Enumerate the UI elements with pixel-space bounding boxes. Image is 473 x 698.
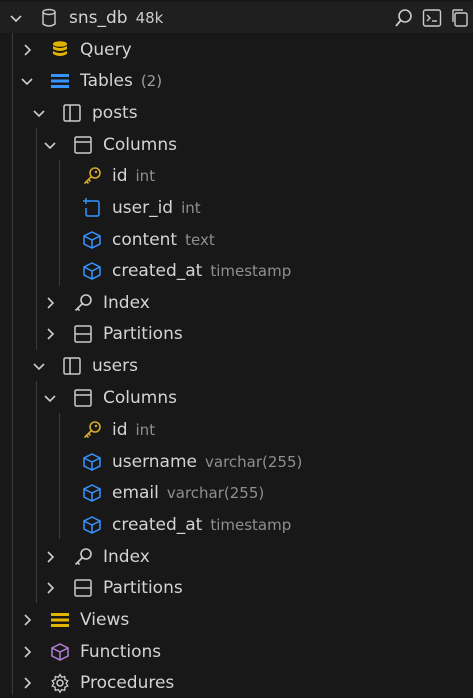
- tree-item-partitions[interactable]: Partitions: [0, 318, 473, 349]
- chevron-right-icon[interactable]: [42, 326, 58, 342]
- tree-item-tables[interactable]: Tables (2): [0, 65, 473, 96]
- column-item[interactable]: created_at timestamp: [0, 255, 473, 286]
- tree-item-table-users[interactable]: users: [0, 350, 473, 381]
- column-name: created_at: [112, 514, 203, 535]
- tree-item-table-posts[interactable]: posts: [0, 97, 473, 128]
- list-icon: [49, 70, 71, 92]
- chevron-right-icon[interactable]: [42, 580, 58, 596]
- chevron-right-icon[interactable]: [19, 675, 35, 691]
- index-label: Index: [103, 292, 150, 313]
- tables-count: (2): [140, 71, 163, 90]
- column-name: id: [112, 419, 128, 440]
- cube-icon: [81, 482, 103, 504]
- tree-item-columns[interactable]: Columns: [0, 129, 473, 160]
- column-type: text: [185, 230, 215, 249]
- chevron-right-icon[interactable]: [19, 644, 35, 660]
- partition-icon: [72, 323, 94, 345]
- column-item[interactable]: created_at timestamp: [0, 509, 473, 540]
- column-item[interactable]: email varchar(255): [0, 477, 473, 508]
- chevron-right-icon[interactable]: [42, 549, 58, 565]
- chevron-right-icon[interactable]: [19, 612, 35, 628]
- list-icon: [49, 609, 71, 631]
- connection-actions: [393, 7, 471, 29]
- column-type: varchar(255): [166, 483, 265, 502]
- tree-item-query[interactable]: Query: [0, 34, 473, 65]
- chevron-right-icon[interactable]: [19, 42, 35, 58]
- tree-item-index[interactable]: Index: [0, 541, 473, 572]
- column-type: int: [135, 166, 156, 185]
- tree-item-partitions[interactable]: Partitions: [0, 572, 473, 603]
- columns-label: Columns: [103, 134, 177, 155]
- window-icon: [72, 134, 94, 156]
- column-name: id: [112, 165, 128, 186]
- column-name: username: [112, 451, 197, 472]
- functions-label: Functions: [80, 641, 162, 662]
- partitions-label: Partitions: [103, 577, 183, 598]
- column-type: int: [181, 198, 201, 217]
- query-label: Query: [80, 39, 132, 60]
- tree-item-procedures[interactable]: Procedures: [0, 667, 473, 698]
- copy-icon[interactable]: [449, 7, 471, 29]
- tree-item-columns[interactable]: Columns: [0, 382, 473, 413]
- partitions-label: Partitions: [103, 323, 183, 344]
- column-item[interactable]: id int: [0, 160, 473, 191]
- column-type: timestamp: [210, 515, 292, 534]
- column-name: created_at: [112, 260, 203, 281]
- search-icon[interactable]: [393, 7, 415, 29]
- cube-icon: [81, 229, 103, 251]
- chevron-down-icon[interactable]: [31, 105, 47, 121]
- table-icon: [61, 355, 83, 377]
- column-item[interactable]: username varchar(255): [0, 446, 473, 477]
- columns-label: Columns: [103, 387, 177, 408]
- column-name: email: [112, 482, 159, 503]
- tree-item-views[interactable]: Views: [0, 604, 473, 635]
- key-icon: [72, 546, 94, 568]
- database-icon: [38, 7, 60, 29]
- foreign-key-icon: [81, 197, 103, 219]
- column-type: varchar(255): [205, 452, 303, 471]
- chevron-right-icon[interactable]: [42, 295, 58, 311]
- cube-icon: [81, 514, 103, 536]
- connection-row[interactable]: sns_db 48k: [0, 2, 473, 33]
- tables-label: Tables: [80, 70, 133, 91]
- database-icon: [49, 39, 71, 61]
- table-name: posts: [92, 102, 138, 123]
- table-icon: [61, 102, 83, 124]
- index-label: Index: [103, 546, 150, 567]
- cube-icon: [49, 641, 71, 663]
- cube-icon: [81, 260, 103, 282]
- key-icon: [81, 419, 103, 441]
- tree-item-functions[interactable]: Functions: [0, 636, 473, 667]
- column-name: content: [112, 229, 178, 250]
- views-label: Views: [80, 609, 130, 630]
- chevron-down-icon[interactable]: [8, 10, 24, 26]
- procedures-label: Procedures: [80, 672, 175, 693]
- database-explorer-tree: sns_db 48k Query Tables (2) posts Column…: [0, 0, 473, 695]
- column-name: user_id: [112, 197, 174, 218]
- terminal-icon[interactable]: [421, 7, 443, 29]
- tree-item-index[interactable]: Index: [0, 287, 473, 318]
- column-item[interactable]: id int: [0, 414, 473, 445]
- partition-icon: [72, 577, 94, 599]
- chevron-down-icon[interactable]: [42, 390, 58, 406]
- column-type: int: [135, 420, 156, 439]
- table-name: users: [92, 355, 138, 376]
- connection-name: sns_db: [69, 7, 128, 28]
- key-icon: [72, 292, 94, 314]
- key-icon: [81, 165, 103, 187]
- window-icon: [72, 387, 94, 409]
- chevron-down-icon[interactable]: [19, 73, 35, 89]
- chevron-down-icon[interactable]: [31, 358, 47, 374]
- chevron-down-icon[interactable]: [42, 137, 58, 153]
- column-item[interactable]: user_id int: [0, 192, 473, 223]
- column-type: timestamp: [210, 261, 292, 280]
- connection-size: 48k: [135, 8, 164, 27]
- column-item[interactable]: content text: [0, 224, 473, 255]
- cube-icon: [81, 451, 103, 473]
- gear-icon: [49, 672, 71, 694]
